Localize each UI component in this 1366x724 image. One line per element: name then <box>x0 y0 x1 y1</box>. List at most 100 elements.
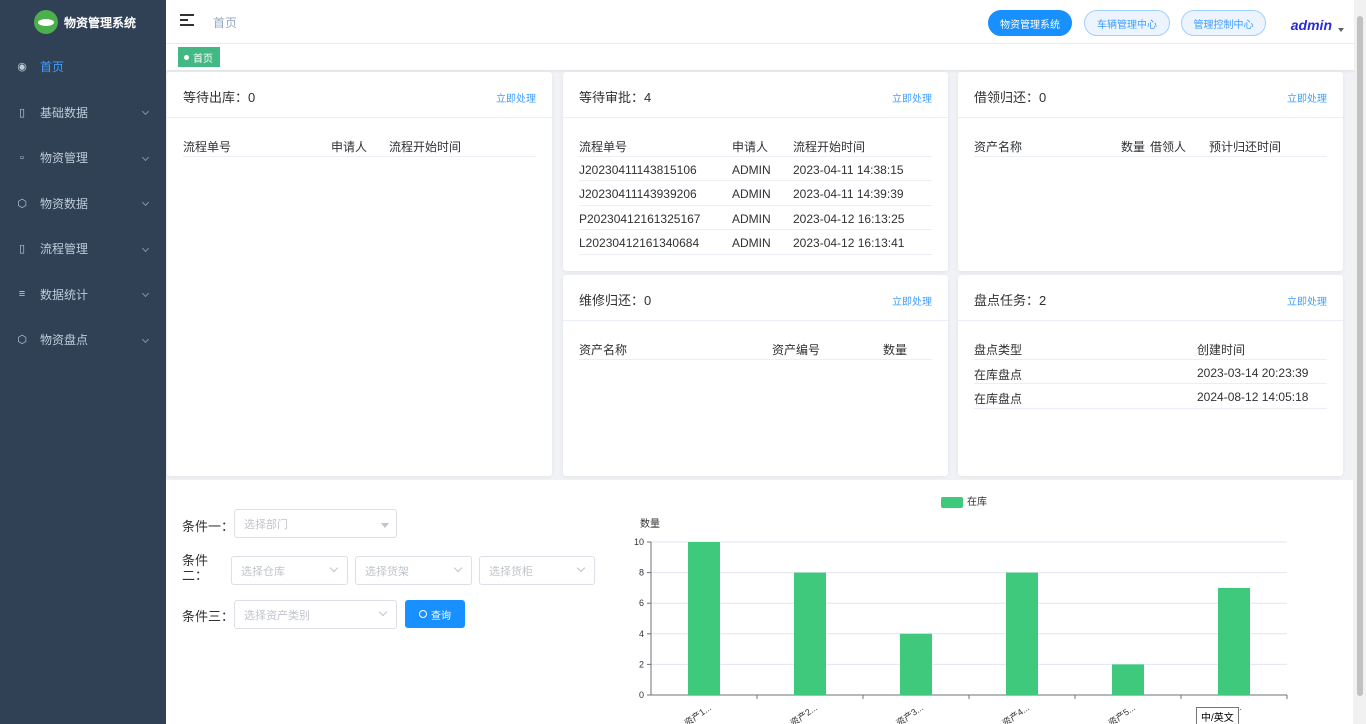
card-title: 维修归还：0 <box>579 293 652 308</box>
y-tick-label: 10 <box>634 537 644 547</box>
caret-down-icon[interactable] <box>1338 28 1344 32</box>
column-header: 借领人 <box>1150 140 1187 154</box>
vehicle-center-button[interactable]: 车辆管理中心 <box>1084 10 1170 36</box>
asset-category-select[interactable]: 选择资产类别 <box>234 600 397 629</box>
sidebar-item-label: 数据统计 <box>40 287 89 302</box>
cell-type: 在库盘点 <box>974 392 1023 406</box>
breadcrumb[interactable]: 首页 <box>213 14 237 31</box>
cabinet-select[interactable]: 选择货柜 <box>479 556 595 585</box>
app-title: 物资管理系统 <box>64 15 137 30</box>
material-system-button[interactable]: 物资管理系统 <box>988 10 1072 36</box>
chevron-down-icon <box>141 108 150 116</box>
column-header: 流程单号 <box>579 140 628 154</box>
cell-applicant: ADMIN <box>732 211 771 226</box>
process-now-link[interactable]: 立即处理 <box>1287 90 1327 105</box>
sidebar-item-label: 首页 <box>40 60 65 75</box>
sidebar-item-stocktake[interactable]: ⬡ 物资盘点 <box>0 317 166 363</box>
condition-one-label: 条件一： <box>182 519 235 534</box>
select-placeholder: 选择货架 <box>365 565 409 578</box>
card-title: 等待出库：0 <box>183 90 256 105</box>
table-row[interactable]: J20230411143939206 ADMIN 2023-04-11 14:3… <box>579 181 932 206</box>
shelf-select[interactable]: 选择货架 <box>355 556 472 585</box>
tag-home[interactable]: 首页 <box>178 47 220 67</box>
x-tick-label: 资产3... <box>894 702 925 724</box>
cell-process-no: P20230412161325167 <box>579 211 701 226</box>
process-now-link[interactable]: 立即处理 <box>892 293 932 308</box>
column-header: 流程开始时间 <box>389 140 462 154</box>
control-center-button[interactable]: 管理控制中心 <box>1181 10 1266 36</box>
process-now-link[interactable]: 立即处理 <box>496 90 536 105</box>
card-approval: 等待审批：4 立即处理 流程单号 申请人 流程开始时间 J20230411143… <box>563 72 948 271</box>
cube-icon: ⬡ <box>17 334 27 347</box>
column-header: 数量 <box>1121 140 1146 154</box>
sidebar-item-basic-data[interactable]: ▯ 基础数据 <box>0 90 166 136</box>
select-placeholder: 选择部门 <box>244 518 288 531</box>
menu-toggle-icon[interactable] <box>180 14 194 26</box>
tag-label: 首页 <box>193 53 213 65</box>
column-header: 资产名称 <box>579 343 628 357</box>
user-name[interactable]: admin <box>1291 17 1332 33</box>
query-button[interactable]: 查询 <box>405 600 465 628</box>
warehouse-select[interactable]: 选择仓库 <box>231 556 348 585</box>
bar <box>900 633 932 695</box>
bar <box>688 542 720 695</box>
column-header: 流程开始时间 <box>793 140 866 154</box>
table-row[interactable]: L20230412161340684 ADMIN 2023-04-12 16:1… <box>579 230 932 255</box>
card-title: 借领归还：0 <box>974 90 1047 105</box>
condition-three-label: 条件三： <box>182 609 235 624</box>
process-now-link[interactable]: 立即处理 <box>892 90 932 105</box>
table-row[interactable]: 在库盘点 2023-03-14 20:23:39 <box>974 360 1327 384</box>
chart-icon: ≡ <box>18 288 26 301</box>
inventory-table: 盘点类型 创建时间 在库盘点 2023-03-14 20:23:39 在库盘点 … <box>974 335 1327 409</box>
sidebar-item-label: 物资数据 <box>40 196 89 211</box>
table-row[interactable]: J20230411143815106 ADMIN 2023-04-11 14:3… <box>579 157 932 181</box>
repair-table: 资产名称 资产编号 数量 <box>579 335 932 360</box>
table-row[interactable]: 在库盘点 2024-08-12 14:05:18 <box>974 384 1327 409</box>
y-tick-label: 6 <box>639 598 644 608</box>
cell-process-no: J20230411143939206 <box>579 187 697 201</box>
column-header: 流程单号 <box>183 140 232 154</box>
column-header: 数量 <box>883 343 908 357</box>
book-icon: ▯ <box>18 106 26 119</box>
column-header: 资产编号 <box>772 343 821 357</box>
column-header: 盘点类型 <box>974 343 1023 357</box>
dashboard-icon: ◉ <box>17 61 27 74</box>
cell-process-no: L20230412161340684 <box>579 236 700 250</box>
sidebar-item-process[interactable]: ▯ 流程管理 <box>0 226 166 272</box>
table-header: 资产名称 资产编号 数量 <box>579 335 932 360</box>
query-button-label: 查询 <box>431 610 451 622</box>
chevron-down-icon <box>141 335 150 343</box>
leaf-logo-icon <box>34 10 58 34</box>
cell-applicant: ADMIN <box>732 162 771 177</box>
sidebar-item-statistics[interactable]: ≡ 数据统计 <box>0 272 166 318</box>
tags-bar: 首页 <box>166 44 1366 70</box>
outbound-table: 流程单号 申请人 流程开始时间 <box>183 132 536 157</box>
vertical-scrollbar[interactable] <box>1354 0 1366 724</box>
y-tick-label: 2 <box>639 659 644 669</box>
sidebar-item-home[interactable]: ◉ 首页 <box>0 44 166 90</box>
card-repair-return: 维修归还：0 立即处理 资产名称 资产编号 数量 <box>563 275 948 476</box>
cell-created: 2024-08-12 14:05:18 <box>1197 390 1309 404</box>
process-now-link[interactable]: 立即处理 <box>1287 293 1327 308</box>
sidebar-item-material-management[interactable]: ▫ 物资管理 <box>0 135 166 181</box>
sidebar-item-label: 基础数据 <box>40 105 89 120</box>
y-axis-label: 数量 <box>640 517 660 530</box>
table-header: 流程单号 申请人 流程开始时间 <box>579 132 932 157</box>
app-logo[interactable]: 物资管理系统 <box>0 0 166 44</box>
card-inventory-task: 盘点任务：2 立即处理 盘点类型 创建时间 在库盘点 2023-03-14 20… <box>958 275 1343 476</box>
caret-down-icon <box>381 523 389 528</box>
column-header: 申请人 <box>331 140 368 154</box>
borrow-table: 资产名称 数量 借领人 预计归还时间 <box>974 132 1327 157</box>
bar <box>1112 664 1144 695</box>
card-borrow-return: 借领归还：0 立即处理 资产名称 数量 借领人 预计归还时间 <box>958 72 1343 271</box>
dot-icon <box>184 54 189 60</box>
top-header: 首页 物资管理系统 车辆管理中心 管理控制中心 admin <box>166 0 1366 44</box>
sidebar-item-label: 流程管理 <box>40 242 89 257</box>
sidebar-item-material-data[interactable]: ⬡ 物资数据 <box>0 181 166 227</box>
department-select[interactable]: 选择部门 <box>234 509 397 538</box>
cell-start-time: 2023-04-11 14:39:39 <box>793 187 904 201</box>
cell-created: 2023-03-14 20:23:39 <box>1197 365 1309 380</box>
table-row[interactable]: P20230412161325167 ADMIN 2023-04-12 16:1… <box>579 206 932 230</box>
box-icon: ▫ <box>20 151 24 164</box>
bar <box>1218 587 1250 695</box>
